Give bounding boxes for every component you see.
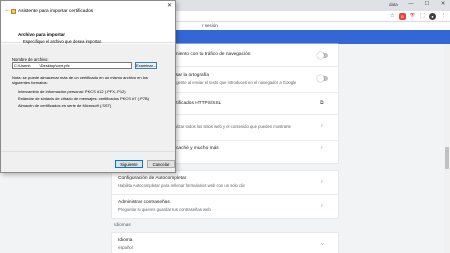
settings-row[interactable]: Administrar contraseñas Preguntar si qui… (112, 194, 338, 218)
format-item: Estándar de sintaxis de cifrado de mensa… (18, 96, 149, 101)
window-close-icon[interactable]: ✕ (436, 0, 450, 9)
section-title-languages: Idiomas (114, 223, 131, 228)
row-label: a caché y mucho más (172, 146, 219, 151)
scrollbar-thumb[interactable] (445, 147, 449, 169)
chevron-down-icon[interactable]: › (319, 243, 325, 245)
settings-row[interactable]: Idioma español › (112, 233, 338, 253)
window-user-label: data (389, 2, 398, 7)
chevron-right-icon[interactable]: › (321, 179, 323, 185)
certificate-icon (11, 9, 16, 14)
row-sublabel: Habilita Autocompletar para rellenar for… (118, 183, 246, 188)
row-label: Administrar contraseñas (118, 200, 170, 205)
cancel-button[interactable]: Cancelar (147, 160, 175, 168)
brave-icon[interactable]: B (399, 13, 406, 20)
close-icon[interactable]: ✕ (167, 2, 172, 9)
signin-link[interactable]: r sesión (202, 23, 218, 28)
launch-icon[interactable]: ⧉ (320, 100, 324, 106)
chevron-right-icon[interactable]: › (321, 123, 323, 129)
row-label: amiento con tu tráfico de navegación (172, 52, 251, 57)
settings-row[interactable]: Configuración de Autocompletar Habilita … (112, 171, 338, 194)
row-sublabel: Preguntar si quieres guardar tus contras… (118, 207, 211, 212)
filename-input[interactable] (12, 62, 132, 69)
format-item: Almacén de certificados en serie de Micr… (18, 103, 112, 108)
avatar-icon[interactable]: ● (429, 13, 436, 20)
chevron-right-icon[interactable]: › (321, 203, 323, 209)
row-label: ertificados HTTPS/SSL (172, 101, 222, 106)
next-button[interactable]: Siguiente (115, 160, 143, 168)
format-item: Intercambio de información personal: PKC… (18, 89, 126, 94)
toggle-switch[interactable] (317, 52, 328, 59)
toggle-switch[interactable] (317, 75, 328, 82)
star-icon[interactable]: ☆ (389, 13, 396, 20)
row-label: visar la ortografía (172, 73, 210, 78)
browse-button[interactable]: Examinar... (135, 62, 157, 69)
maximize-icon[interactable]: ☐ (420, 0, 434, 9)
row-sublabel: ualizar todos los sitios web y el conten… (172, 124, 291, 129)
row-sublabel: español (118, 245, 133, 250)
dialog-heading: Archivo para importar (18, 32, 66, 37)
shield-icon[interactable]: ⛨ (409, 13, 416, 20)
chevron-right-icon[interactable]: › (321, 145, 323, 151)
minimize-icon[interactable]: — (404, 0, 418, 9)
row-sublabel: eligente al enviar el texto que introduc… (172, 80, 297, 85)
row-label: Idioma (118, 238, 133, 243)
language-card: Idioma español › (112, 233, 338, 253)
certificate-import-dialog: ✕ ← Asistente para importar certificados… (0, 0, 176, 173)
autofill-card: Configuración de Autocompletar Habilita … (112, 171, 338, 218)
dialog-title: Asistente para importar certificados (18, 9, 94, 14)
extension-icon[interactable]: ⬚ (419, 13, 426, 20)
menu-icon[interactable]: ⋮ (440, 13, 447, 20)
row-label: Configuración de Autocompletar (118, 176, 187, 181)
formats-note: Nota: se puede almacenar más de un certi… (12, 75, 148, 85)
